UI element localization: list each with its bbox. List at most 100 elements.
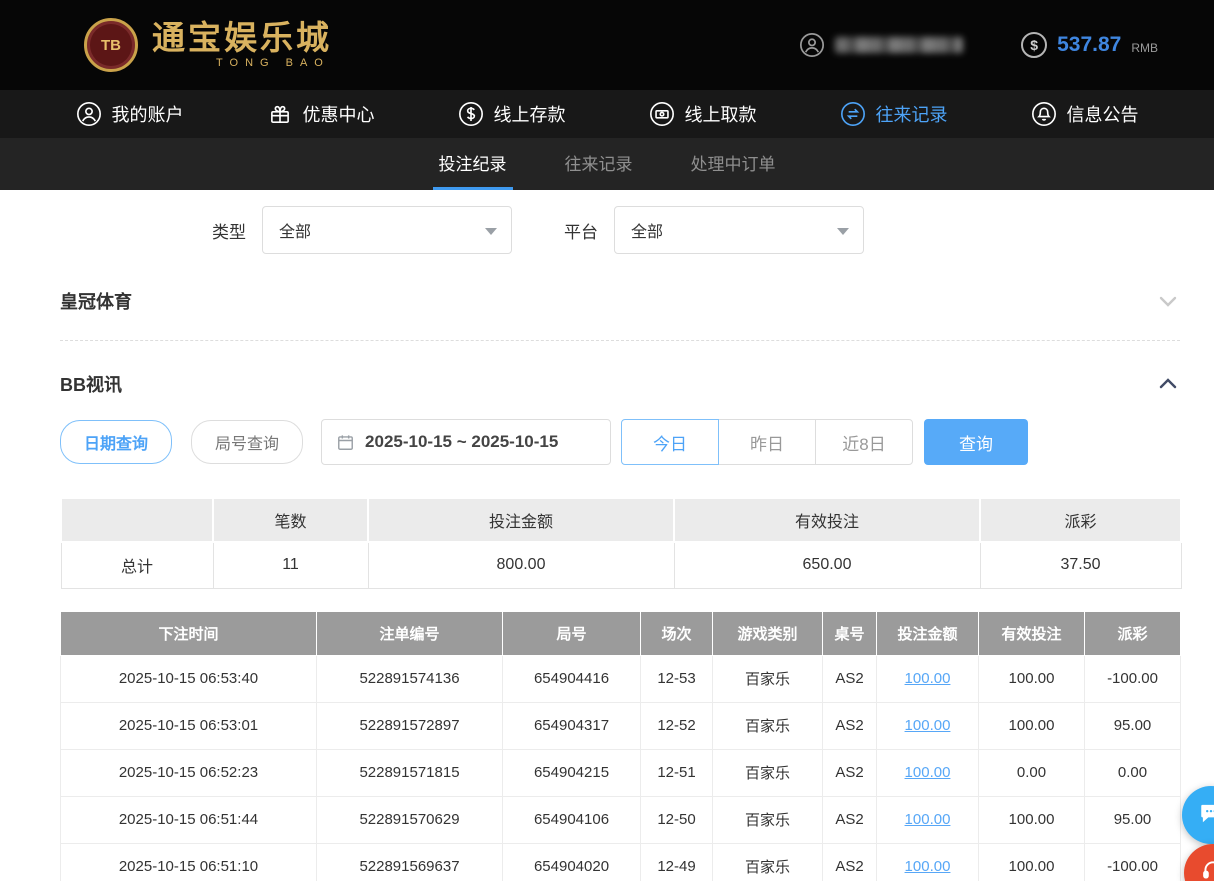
platform-select-value: 全部 [631,218,663,242]
table-row: 2025-10-15 06:53:40 522891574136 6549044… [61,655,1181,702]
username-blurred [835,37,963,53]
filter-row: 类型 全部 平台 全部 [212,206,1180,254]
nav-item-records[interactable]: 往来记录 [840,101,948,127]
nav-item-announcements[interactable]: 信息公告 [1031,101,1139,127]
cell-time: 2025-10-15 06:53:01 [61,702,317,749]
cell-time: 2025-10-15 06:52:23 [61,749,317,796]
cell-time: 2025-10-15 06:51:44 [61,796,317,843]
balance[interactable]: $ 537.87 RMB [1021,32,1158,58]
table-header-row: 下注时间 注单编号 局号 场次 游戏类别 桌号 投注金额 有效投注 派彩 [61,611,1181,655]
main-nav: 我的账户 优惠中心 线上存款 [0,90,1214,138]
table-row: 2025-10-15 06:52:23 522891571815 6549042… [61,749,1181,796]
balance-currency: RMB [1131,41,1158,55]
cell-bet: 100.00 [877,702,979,749]
bet-amount-link[interactable]: 100.00 [905,811,951,828]
tab-bet-records[interactable]: 投注纪录 [433,138,513,190]
round-query-button[interactable]: 局号查询 [191,420,303,464]
balance-amount: 537.87 [1057,33,1121,57]
cell-valid: 100.00 [979,796,1085,843]
cell-payout: -100.00 [1085,655,1181,702]
tab-transaction-records[interactable]: 往来记录 [559,138,639,190]
nav-item-my-account[interactable]: 我的账户 [76,101,184,127]
type-select-value: 全部 [279,218,311,242]
cell-round: 654904317 [503,702,641,749]
cell-valid: 100.00 [979,655,1085,702]
search-button[interactable]: 查询 [924,419,1028,465]
nav-item-promotions[interactable]: 优惠中心 [267,101,375,127]
cell-payout: -100.00 [1085,843,1181,881]
cell-payout: 95.00 [1085,796,1181,843]
col-header: 下注时间 [61,611,317,655]
gift-icon [267,101,293,127]
cell-bet: 100.00 [877,655,979,702]
today-button[interactable]: 今日 [621,419,719,465]
section-bb-video: BB视讯 [60,371,1180,397]
nav-label: 往来记录 [876,101,948,127]
last-8-days-button[interactable]: 近8日 [815,419,913,465]
platform-label: 平台 [564,218,598,243]
bet-amount-link[interactable]: 100.00 [905,717,951,734]
summary-count: 11 [213,542,368,588]
cell-session: 12-50 [641,796,713,843]
type-label: 类型 [212,218,246,243]
date-range-value: 2025-10-15 ~ 2025-10-15 [365,432,558,452]
nav-label: 线上存款 [494,101,566,127]
nav-item-deposit[interactable]: 线上存款 [458,101,566,127]
nav-item-withdraw[interactable]: 线上取款 [649,101,757,127]
chevron-up-icon[interactable] [1156,372,1180,396]
cell-table: AS2 [823,796,877,843]
type-select[interactable]: 全部 [262,206,512,254]
table-row: 2025-10-15 06:53:01 522891572897 6549043… [61,702,1181,749]
table-row: 2025-10-15 06:51:10 522891569637 6549040… [61,843,1181,881]
col-header: 有效投注 [979,611,1085,655]
withdraw-icon [649,101,675,127]
summary-total-label: 总计 [61,542,213,588]
logo-subtitle: TONG BAO [152,57,332,69]
summary-header: 笔数 [213,498,368,542]
logo[interactable]: TB 通宝娱乐城 TONG BAO [84,18,332,72]
cell-session: 12-53 [641,655,713,702]
summary-valid: 650.00 [674,542,980,588]
cell-order-id: 522891569637 [317,843,503,881]
bet-amount-link[interactable]: 100.00 [905,670,951,687]
logo-chip-icon: TB [84,18,138,72]
summary-header: 有效投注 [674,498,980,542]
platform-select[interactable]: 全部 [614,206,864,254]
summary-header: 投注金额 [368,498,674,542]
cell-game: 百家乐 [713,655,823,702]
sub-nav: 投注纪录 往来记录 处理中订单 [0,138,1214,190]
chevron-down-icon[interactable] [1156,289,1180,313]
cell-table: AS2 [823,749,877,796]
yesterday-button[interactable]: 昨日 [718,419,816,465]
tab-processing-orders[interactable]: 处理中订单 [685,138,782,190]
cell-round: 654904020 [503,843,641,881]
col-header: 局号 [503,611,641,655]
date-query-button[interactable]: 日期查询 [60,420,172,464]
cell-order-id: 522891574136 [317,655,503,702]
date-range-input[interactable]: 2025-10-15 ~ 2025-10-15 [321,419,611,465]
summary-payout: 37.50 [980,542,1181,588]
logo-badge: TB [101,37,121,54]
cell-round: 654904106 [503,796,641,843]
cell-session: 12-52 [641,702,713,749]
cell-valid: 100.00 [979,702,1085,749]
cell-valid: 100.00 [979,843,1085,881]
bet-amount-link[interactable]: 100.00 [905,858,951,875]
page: TB 通宝娱乐城 TONG BAO $ 537.87 RMB [0,0,1214,881]
cell-time: 2025-10-15 06:51:10 [61,843,317,881]
dollar-icon: $ [1021,32,1047,58]
cell-game: 百家乐 [713,702,823,749]
cell-order-id: 522891570629 [317,796,503,843]
section-title: BB视讯 [60,371,122,397]
user-icon [76,101,102,127]
bet-amount-link[interactable]: 100.00 [905,764,951,781]
cell-table: AS2 [823,702,877,749]
top-header: TB 通宝娱乐城 TONG BAO $ 537.87 RMB [0,0,1214,90]
transfer-records-icon [840,101,866,127]
chevron-down-icon [837,228,849,235]
nav-label: 优惠中心 [303,101,375,127]
user-chip[interactable] [799,32,963,58]
section-crown-sports: 皇冠体育 [60,288,1180,341]
cell-bet: 100.00 [877,843,979,881]
deposit-icon [458,101,484,127]
